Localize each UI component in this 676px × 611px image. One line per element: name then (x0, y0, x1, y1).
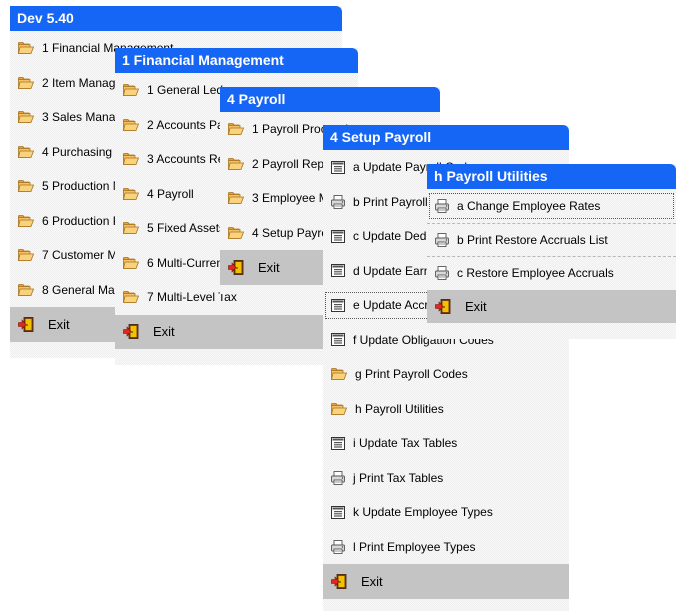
main-menu-title: Dev 5.40 (10, 6, 342, 31)
setup-payroll-menu-item-12[interactable]: l Print Employee Types (323, 530, 569, 565)
print-icon (331, 539, 345, 554)
folder-icon (122, 222, 140, 235)
folder-icon (122, 291, 140, 304)
exit-icon (18, 316, 35, 332)
folder-icon (227, 123, 245, 136)
payroll-menu-title: 4 Payroll (220, 87, 440, 112)
folder-icon (17, 283, 35, 296)
form-icon (331, 264, 345, 278)
setup-payroll-menu-item-10[interactable]: j Print Tax Tables (323, 461, 569, 496)
form-icon (331, 298, 345, 312)
setup-payroll-menu-exit-button-label: Exit (361, 573, 383, 589)
financial-menu-exit-button[interactable]: Exit (115, 314, 358, 349)
form-icon (331, 229, 345, 243)
exit-icon (331, 573, 348, 589)
folder-icon (17, 111, 35, 124)
financial-menu-item-5-label: 5 Fixed Assets (147, 221, 226, 236)
folder-icon (122, 187, 140, 200)
print-icon (331, 194, 345, 209)
payroll-utilities-menu-item-2-label: b Print Restore Accruals List (457, 232, 608, 247)
payroll-utilities-menu-item-1[interactable]: a Change Employee Rates (427, 189, 676, 223)
folder-icon (122, 84, 140, 97)
print-icon (435, 198, 449, 213)
print-icon (435, 266, 449, 281)
folder-icon (330, 368, 348, 381)
setup-payroll-menu-item-12-label: l Print Employee Types (353, 539, 476, 554)
folder-icon (227, 226, 245, 239)
folder-icon (227, 157, 245, 170)
form-icon (331, 505, 345, 519)
financial-menu-item-4-label: 4 Payroll (147, 186, 194, 201)
payroll-utilities-menu-items: a Change Employee Rates b Print Restore A… (427, 189, 676, 323)
setup-payroll-menu-item-7[interactable]: g Print Payroll Codes (323, 357, 569, 392)
setup-payroll-menu-title: 4 Setup Payroll (323, 125, 569, 150)
setup-payroll-menu-item-8[interactable]: h Payroll Utilities (323, 392, 569, 427)
setup-payroll-menu-item-8-label: h Payroll Utilities (355, 401, 444, 416)
print-icon (331, 470, 345, 485)
payroll-utilities-menu-item-2[interactable]: b Print Restore Accruals List (427, 222, 676, 257)
payroll-utilities-menu: h Payroll Utilities a Change Employee Ra… (427, 164, 676, 339)
financial-menu-title: 1 Financial Management (115, 48, 358, 73)
setup-payroll-menu-item-7-label: g Print Payroll Codes (355, 367, 468, 382)
payroll-menu-item-4-label: 4 Setup Payroll (252, 225, 334, 240)
payroll-utilities-menu-item-1-label: a Change Employee Rates (457, 198, 601, 213)
payroll-utilities-menu-item-3[interactable]: c Restore Employee Accruals (427, 256, 676, 290)
payroll-utilities-menu-item-3-label: c Restore Employee Accruals (457, 266, 614, 281)
form-icon (331, 436, 345, 450)
payroll-menu-exit-button-label: Exit (258, 259, 280, 275)
folder-icon (122, 256, 140, 269)
folder-icon (17, 249, 35, 262)
financial-menu-exit-button-label: Exit (153, 324, 175, 340)
setup-payroll-menu-item-9[interactable]: i Update Tax Tables (323, 426, 569, 461)
folder-icon (122, 153, 140, 166)
setup-payroll-menu-item-11-label: k Update Employee Types (353, 505, 493, 520)
payroll-utilities-menu-exit-button[interactable]: Exit (427, 289, 676, 323)
exit-icon (123, 324, 140, 340)
folder-icon (17, 76, 35, 89)
setup-payroll-menu-exit-button[interactable]: Exit (323, 564, 569, 599)
folder-icon (227, 192, 245, 205)
setup-payroll-menu-item-10-label: j Print Tax Tables (353, 470, 444, 485)
main-menu-exit-button-label: Exit (48, 316, 70, 332)
form-icon (331, 160, 345, 174)
setup-payroll-menu-item-11[interactable]: k Update Employee Types (323, 495, 569, 530)
exit-icon (435, 298, 452, 314)
payroll-utilities-menu-title: h Payroll Utilities (427, 164, 676, 189)
payroll-utilities-menu-exit-button-label: Exit (465, 298, 487, 314)
folder-icon (17, 180, 35, 193)
form-icon (331, 333, 345, 347)
folder-icon (17, 42, 35, 55)
folder-icon (122, 118, 140, 131)
print-icon (435, 232, 449, 247)
exit-icon (228, 259, 245, 275)
setup-payroll-menu-item-9-label: i Update Tax Tables (353, 436, 458, 451)
folder-icon (17, 145, 35, 158)
folder-icon (330, 402, 348, 415)
folder-icon (17, 214, 35, 227)
